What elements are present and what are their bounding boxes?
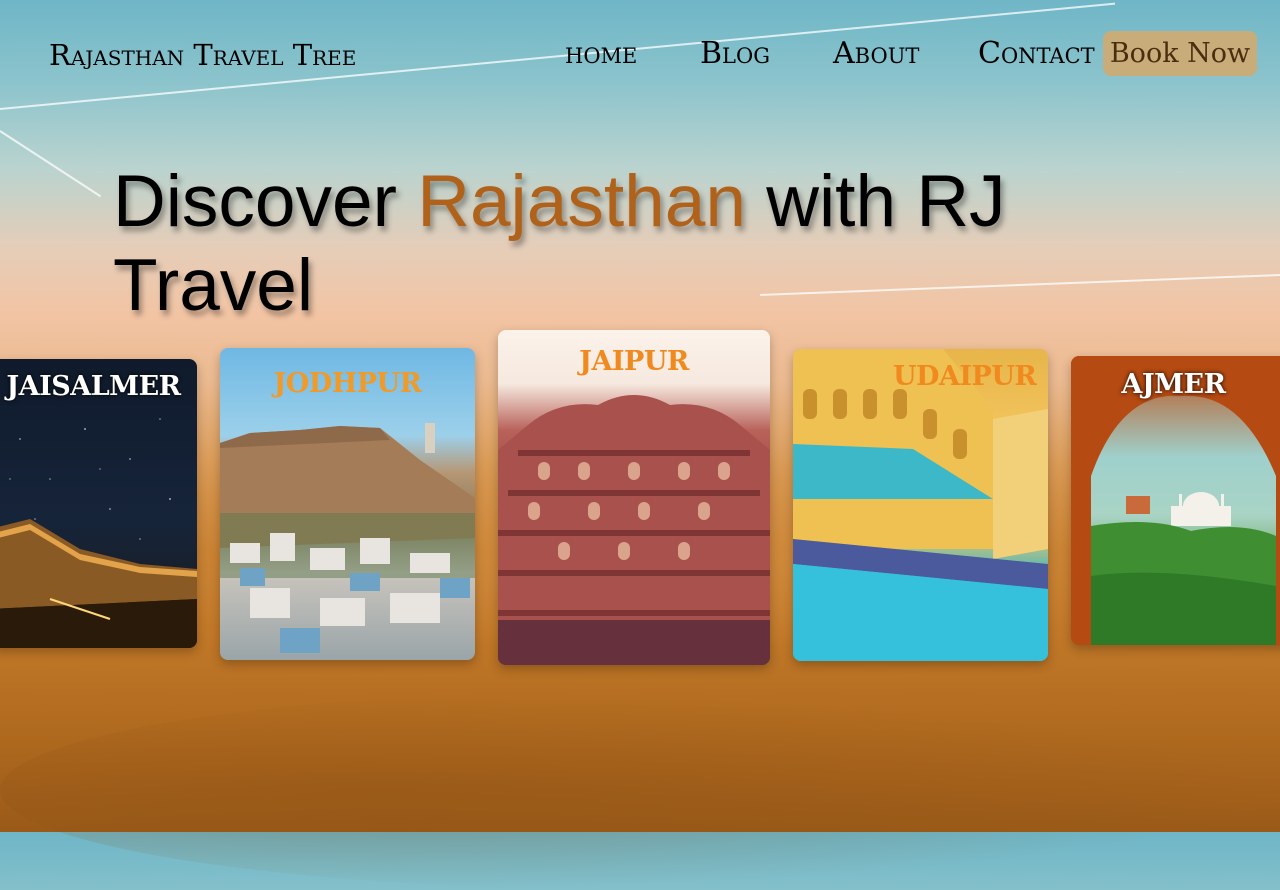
nav-contact-link[interactable]: Contact [978, 36, 1095, 71]
brand-logo[interactable]: Rajasthan Travel Tree [49, 38, 356, 72]
desert-dune [0, 690, 1280, 890]
nav-blog-link[interactable]: Blog [700, 36, 770, 71]
hawa-mahal-image [498, 395, 770, 665]
city-card-title: JODHPUR [273, 368, 422, 399]
city-card-title: JAIPUR [579, 346, 689, 377]
navbar: Rajasthan Travel Tree home Blog About Co… [0, 30, 1280, 82]
nav-home-link[interactable]: home [565, 36, 637, 71]
city-card-title: AJMER [1121, 369, 1226, 400]
city-card-ajmer[interactable]: AJMER [1071, 356, 1280, 645]
nav-about-link[interactable]: About [833, 36, 919, 71]
book-now-button[interactable]: Book Now [1103, 31, 1257, 76]
city-card-title: JAISALMER [6, 371, 181, 402]
city-card-title: UDAIPUR [893, 361, 1037, 392]
city-card-udaipur[interactable]: UDAIPUR [793, 349, 1048, 661]
city-card-jodhpur[interactable]: JODHPUR [220, 348, 475, 660]
hero-heading: Discover Rajasthan with RJ Travel [113, 160, 1033, 328]
hero-heading-prefix: Discover [113, 161, 418, 242]
fort-night-image [0, 418, 197, 648]
city-card-jaisalmer[interactable]: JAISALMER [0, 359, 197, 648]
sky-streak [0, 130, 102, 198]
hero-heading-accent: Rajasthan [417, 161, 746, 242]
palace-pool-image [793, 349, 1048, 661]
city-card-jaipur[interactable]: JAIPUR [498, 330, 770, 665]
